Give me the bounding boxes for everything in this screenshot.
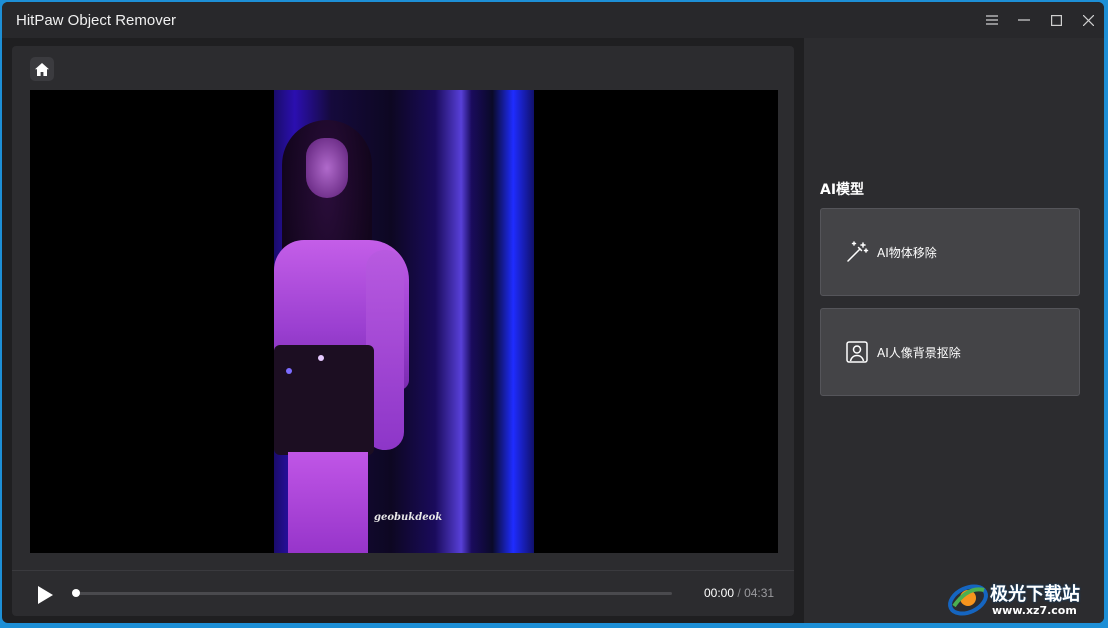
site-watermark-logo: 极光下载站 www.xz7.com [946,574,1106,624]
app-window: HitPaw Object Remover geobukdeok 00:00 /… [2,2,1104,623]
section-title: AI模型 [820,182,865,198]
total-time: 04:31 [744,586,775,600]
play-button[interactable] [34,584,56,606]
figure-skirt [274,345,374,455]
figure-legs [288,452,368,553]
play-icon [38,586,53,604]
current-time: 00:00 [704,586,735,600]
maximize-button[interactable] [1045,10,1067,30]
home-icon [35,62,49,76]
close-icon [1082,14,1094,26]
ai-portrait-background-removal-card[interactable]: AI人像背景抠除 [820,308,1080,396]
ai-object-removal-card[interactable]: AI物体移除 [820,208,1080,296]
video-panel: geobukdeok 00:00 / 04:31 [12,46,794,616]
video-preview[interactable]: geobukdeok [30,90,778,553]
close-button[interactable] [1077,10,1099,30]
menu-button[interactable] [981,10,1003,30]
progress-thumb[interactable] [72,589,80,597]
title-bar: HitPaw Object Remover [2,2,1104,38]
time-display: 00:00 / 04:31 [704,586,774,600]
portrait-icon [845,340,869,364]
figure-face [306,138,348,198]
divider [12,570,794,571]
home-button[interactable] [30,57,54,81]
site-logo-icon [948,584,988,616]
app-title: HitPaw Object Remover [16,12,177,29]
time-separator: / [737,586,741,600]
magic-wand-icon [845,240,869,264]
video-watermark: geobukdeok [374,512,443,523]
hamburger-menu-icon [986,15,998,25]
ai-model-panel: AI模型 AI物体移除 AI人像背景抠除 [804,38,1104,623]
belt-light [286,368,292,374]
site-logo-name: 极光下载站 [990,584,1080,605]
belt-light [318,355,324,361]
minimize-button[interactable] [1013,10,1035,30]
ai-portrait-background-removal-label: AI人像背景抠除 [877,345,961,360]
minimize-icon [1018,19,1030,21]
maximize-icon [1050,14,1062,26]
site-logo-url: www.xz7.com [992,604,1077,617]
progress-slider[interactable] [72,589,672,597]
ai-object-removal-label: AI物体移除 [877,245,937,260]
video-frame: geobukdeok [274,90,534,553]
